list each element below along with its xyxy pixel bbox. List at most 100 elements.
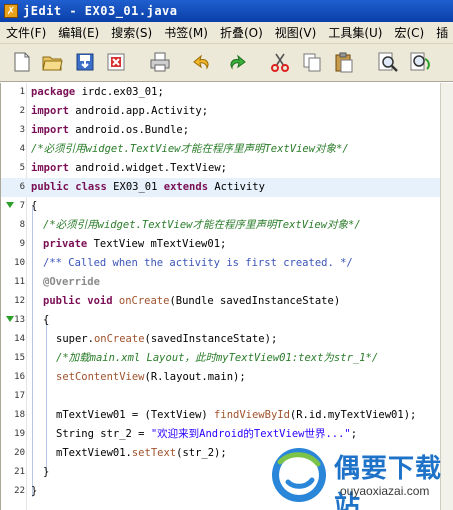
line-number: 2 — [19, 106, 25, 116]
line-number: 17 — [14, 391, 25, 401]
code-keyword: package — [31, 86, 76, 98]
find-icon[interactable] — [376, 50, 400, 74]
menu-edit[interactable]: 编辑(E) — [52, 22, 105, 44]
line-number: 20 — [14, 448, 25, 458]
line-number: 3 — [19, 125, 25, 135]
code-comment: /*必须引用widget.TextView才能在程序里声明TextView对象*… — [43, 219, 361, 231]
copy-icon[interactable] — [300, 50, 324, 74]
redo-icon[interactable] — [225, 50, 249, 74]
code-text: android.app.Activity; — [68, 105, 209, 117]
code-keyword: import — [31, 162, 69, 174]
line-number: 13 — [14, 315, 25, 325]
code-line[interactable]: 18 mTextView01 = (TextView) findViewById… — [1, 406, 441, 425]
code-text: } — [31, 485, 38, 497]
jedit-app-icon: ✗ — [4, 4, 18, 18]
watermark-url: ouyaoxiazai.com — [340, 484, 430, 498]
cut-icon[interactable] — [268, 50, 292, 74]
menu-view[interactable]: 视图(V) — [269, 22, 323, 44]
code-text: (str_2); — [176, 447, 227, 459]
line-number: 15 — [14, 353, 25, 363]
line-number: 4 — [19, 144, 25, 154]
code-line[interactable]: 13 { — [1, 311, 441, 330]
code-comment: /*加载main.xml Layout，此时myTextView01:text为… — [56, 352, 379, 364]
line-number: 19 — [14, 429, 25, 439]
save-icon[interactable] — [73, 50, 97, 74]
code-text: (Bundle savedInstanceState) — [169, 295, 341, 307]
line-number: 11 — [14, 277, 25, 287]
code-function: onCreate — [93, 333, 145, 345]
undo-icon[interactable] — [190, 50, 214, 74]
code-line[interactable]: 9 private TextView mTextView01; — [1, 235, 441, 254]
window-title: jEdit - EX03_01.java — [23, 4, 178, 18]
paste-icon[interactable] — [332, 50, 356, 74]
code-text: mTextView01 = (TextView) — [56, 409, 215, 421]
code-annotation: @Override — [43, 276, 100, 288]
menu-markers[interactable]: 书签(M) — [158, 22, 214, 44]
watermark-logo-icon — [272, 448, 326, 502]
code-text: String str_2 = — [56, 428, 151, 440]
code-line[interactable]: 2 import android.app.Activity; — [1, 102, 441, 121]
code-text: (savedInstanceState); — [144, 333, 278, 345]
menu-file[interactable]: 文件(F) — [0, 22, 52, 44]
code-line[interactable]: 11 @Override — [1, 273, 441, 292]
print-icon[interactable] — [148, 50, 172, 74]
code-function: setText — [131, 447, 177, 459]
code-text: (R.id.myTextView01); — [289, 409, 417, 421]
menu-utilities[interactable]: 工具集(U) — [322, 22, 388, 44]
line-number: 7 — [19, 201, 25, 211]
menu-bar: 文件(F) 编辑(E) 搜索(S) 书签(M) 折叠(O) 视图(V) 工具集(… — [0, 22, 453, 44]
code-keyword: import — [31, 105, 69, 117]
code-keyword: extends — [163, 181, 209, 193]
code-text: } — [43, 466, 50, 478]
code-text: irdc.ex03_01; — [75, 86, 164, 98]
code-text: { — [31, 200, 38, 212]
code-line[interactable]: 4 /*必须引用widget.TextView才能在程序里声明TextView对… — [1, 140, 441, 159]
menu-plugins[interactable]: 插 — [430, 22, 453, 44]
code-function: findViewById — [214, 409, 290, 421]
code-line[interactable]: 3 import android.os.Bundle; — [1, 121, 441, 140]
toolbar — [0, 44, 453, 82]
line-number: 14 — [14, 334, 25, 344]
line-number: 12 — [14, 296, 25, 306]
line-number: 22 — [14, 486, 25, 496]
line-number: 8 — [19, 220, 25, 230]
menu-folding[interactable]: 折叠(O) — [214, 22, 269, 44]
find-replace-icon[interactable] — [408, 50, 432, 74]
line-number: 16 — [14, 372, 25, 382]
line-number: 6 — [19, 182, 25, 192]
code-text: TextView mTextView01; — [87, 238, 227, 250]
code-text: android.os.Bundle; — [68, 124, 190, 136]
line-number: 10 — [14, 258, 25, 268]
code-keyword: public void — [43, 295, 113, 307]
code-line[interactable]: 14 super.onCreate(savedInstanceState); — [1, 330, 441, 349]
code-line[interactable]: 5 import android.widget.TextView; — [1, 159, 441, 178]
code-line[interactable]: 17 — [1, 387, 441, 406]
code-text: EX03_01 — [106, 181, 164, 193]
code-text: android.widget.TextView; — [68, 162, 227, 174]
watermark: 偶要下载站 ouyaoxiazai.com — [270, 440, 450, 510]
open-folder-icon[interactable] — [40, 50, 64, 74]
menu-search[interactable]: 搜索(S) — [105, 22, 158, 44]
code-line[interactable]: 10 /** Called when the activity is first… — [1, 254, 441, 273]
watermark-title: 偶要下载站 — [334, 454, 443, 510]
code-line[interactable]: 16 setContentView(R.layout.main); — [1, 368, 441, 387]
code-comment: /*必须引用widget.TextView才能在程序里声明TextView对象*… — [31, 143, 349, 155]
code-line[interactable]: 1 package irdc.ex03_01; — [1, 83, 441, 102]
line-number: 9 — [19, 239, 25, 249]
menu-macros[interactable]: 宏(C) — [388, 22, 430, 44]
line-number: 1 — [19, 87, 25, 97]
close-icon[interactable] — [104, 50, 128, 74]
code-line[interactable]: 15 /*加载main.xml Layout，此时myTextView01:te… — [1, 349, 441, 368]
code-keyword: private — [43, 238, 88, 250]
code-text: { — [43, 314, 50, 326]
code-line[interactable]: 12 public void onCreate(Bundle savedInst… — [1, 292, 441, 311]
current-code-line[interactable]: 6 public class EX03_01 extends Activity — [1, 178, 441, 197]
code-text: super. — [56, 333, 94, 345]
code-line[interactable]: 7 { — [1, 197, 441, 216]
new-file-icon[interactable] — [10, 50, 34, 74]
code-text: Activity — [208, 181, 265, 193]
code-text: ; — [350, 428, 358, 440]
code-text: (R.layout.main); — [144, 371, 246, 383]
code-function: setContentView — [56, 371, 145, 383]
code-line[interactable]: 8 /*必须引用widget.TextView才能在程序里声明TextView对… — [1, 216, 441, 235]
